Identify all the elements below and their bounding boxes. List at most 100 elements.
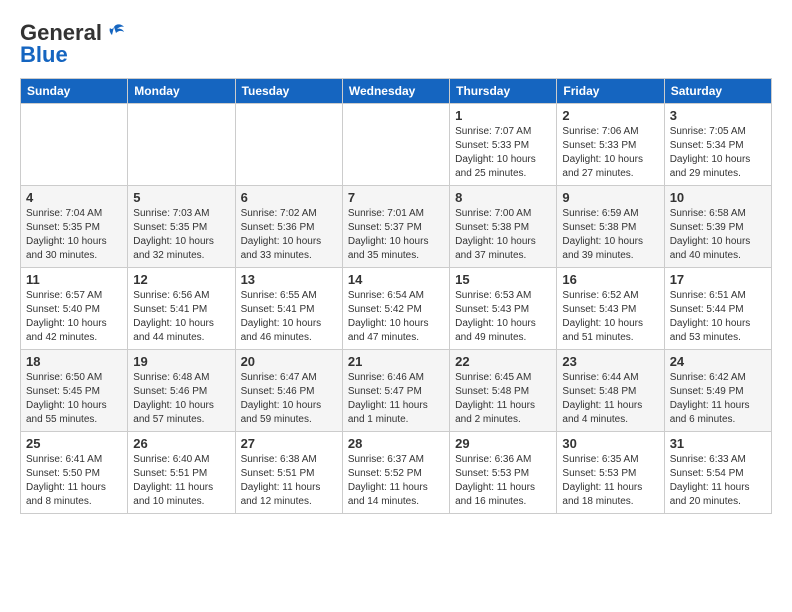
calendar-cell: 8 Sunrise: 7:00 AM Sunset: 5:38 PM Daylig… [450, 186, 557, 268]
day-number: 24 [670, 354, 766, 369]
day-info: Sunrise: 6:54 AM Sunset: 5:42 PM Dayligh… [348, 289, 444, 345]
calendar-cell [128, 104, 235, 186]
day-number: 16 [562, 272, 658, 287]
calendar-cell: 23 Sunrise: 6:44 AM Sunset: 5:48 PM Dayli… [557, 350, 664, 432]
day-number: 13 [241, 272, 337, 287]
day-number: 22 [455, 354, 551, 369]
calendar-cell: 18 Sunrise: 6:50 AM Sunset: 5:45 PM Dayli… [21, 350, 128, 432]
calendar-cell: 1Sunrise: 7:07 AM Sunset: 5:33 PM Daylig… [450, 104, 557, 186]
calendar-cell [342, 104, 449, 186]
calendar-cell: 20 Sunrise: 6:47 AM Sunset: 5:46 PM Dayli… [235, 350, 342, 432]
day-info: Sunrise: 6:52 AM Sunset: 5:43 PM Dayligh… [562, 289, 658, 345]
logo: General Blue [20, 20, 126, 68]
logo-blue-text: Blue [20, 42, 68, 68]
day-info: Sunrise: 7:04 AM Sunset: 5:35 PM Dayligh… [26, 207, 122, 263]
day-info: Sunrise: 6:53 AM Sunset: 5:43 PM Dayligh… [455, 289, 551, 345]
calendar-cell: 21Sunrise: 6:46 AM Sunset: 5:47 PM Dayli… [342, 350, 449, 432]
day-info: Sunrise: 6:41 AM Sunset: 5:50 PM Dayligh… [26, 453, 122, 509]
calendar-week-2: 4 Sunrise: 7:04 AM Sunset: 5:35 PM Daylig… [21, 186, 772, 268]
day-number: 10 [670, 190, 766, 205]
day-number: 18 [26, 354, 122, 369]
day-info: Sunrise: 6:57 AM Sunset: 5:40 PM Dayligh… [26, 289, 122, 345]
day-info: Sunrise: 6:45 AM Sunset: 5:48 PM Dayligh… [455, 371, 551, 427]
day-number: 27 [241, 436, 337, 451]
calendar-cell: 14 Sunrise: 6:54 AM Sunset: 5:42 PM Dayli… [342, 268, 449, 350]
calendar-week-5: 25 Sunrise: 6:41 AM Sunset: 5:50 PM Dayli… [21, 432, 772, 514]
day-number: 5 [133, 190, 229, 205]
day-number: 20 [241, 354, 337, 369]
page-header: General Blue [20, 20, 772, 68]
day-number: 23 [562, 354, 658, 369]
day-info: Sunrise: 6:46 AM Sunset: 5:47 PM Dayligh… [348, 371, 444, 427]
day-info: Sunrise: 6:36 AM Sunset: 5:53 PM Dayligh… [455, 453, 551, 509]
day-info: Sunrise: 7:02 AM Sunset: 5:36 PM Dayligh… [241, 207, 337, 263]
calendar-cell: 13 Sunrise: 6:55 AM Sunset: 5:41 PM Dayli… [235, 268, 342, 350]
day-number: 31 [670, 436, 766, 451]
calendar-cell: 4 Sunrise: 7:04 AM Sunset: 5:35 PM Daylig… [21, 186, 128, 268]
logo-bird-icon [104, 23, 126, 43]
calendar-table: SundayMondayTuesdayWednesdayThursdayFrid… [20, 78, 772, 514]
calendar-week-4: 18 Sunrise: 6:50 AM Sunset: 5:45 PM Dayli… [21, 350, 772, 432]
day-number: 6 [241, 190, 337, 205]
day-header-friday: Friday [557, 79, 664, 104]
day-info: Sunrise: 6:44 AM Sunset: 5:48 PM Dayligh… [562, 371, 658, 427]
day-info: Sunrise: 6:55 AM Sunset: 5:41 PM Dayligh… [241, 289, 337, 345]
day-info: Sunrise: 6:38 AM Sunset: 5:51 PM Dayligh… [241, 453, 337, 509]
day-number: 4 [26, 190, 122, 205]
calendar-cell: 11 Sunrise: 6:57 AM Sunset: 5:40 PM Dayli… [21, 268, 128, 350]
calendar-cell: 9 Sunrise: 6:59 AM Sunset: 5:38 PM Daylig… [557, 186, 664, 268]
day-number: 30 [562, 436, 658, 451]
day-header-thursday: Thursday [450, 79, 557, 104]
day-info: Sunrise: 7:07 AM Sunset: 5:33 PM Dayligh… [455, 125, 551, 181]
day-number: 2 [562, 108, 658, 123]
day-info: Sunrise: 6:50 AM Sunset: 5:45 PM Dayligh… [26, 371, 122, 427]
calendar-cell: 10Sunrise: 6:58 AM Sunset: 5:39 PM Dayli… [664, 186, 771, 268]
calendar-cell: 22 Sunrise: 6:45 AM Sunset: 5:48 PM Dayli… [450, 350, 557, 432]
day-header-sunday: Sunday [21, 79, 128, 104]
day-number: 29 [455, 436, 551, 451]
day-number: 17 [670, 272, 766, 287]
day-number: 11 [26, 272, 122, 287]
calendar-header-row: SundayMondayTuesdayWednesdayThursdayFrid… [21, 79, 772, 104]
day-info: Sunrise: 6:56 AM Sunset: 5:41 PM Dayligh… [133, 289, 229, 345]
day-number: 12 [133, 272, 229, 287]
day-number: 8 [455, 190, 551, 205]
calendar-cell: 2Sunrise: 7:06 AM Sunset: 5:33 PM Daylig… [557, 104, 664, 186]
day-info: Sunrise: 7:00 AM Sunset: 5:38 PM Dayligh… [455, 207, 551, 263]
day-number: 3 [670, 108, 766, 123]
calendar-cell: 27 Sunrise: 6:38 AM Sunset: 5:51 PM Dayli… [235, 432, 342, 514]
calendar-cell: 30 Sunrise: 6:35 AM Sunset: 5:53 PM Dayli… [557, 432, 664, 514]
calendar-cell: 29 Sunrise: 6:36 AM Sunset: 5:53 PM Dayli… [450, 432, 557, 514]
day-number: 9 [562, 190, 658, 205]
day-info: Sunrise: 6:59 AM Sunset: 5:38 PM Dayligh… [562, 207, 658, 263]
calendar-cell [21, 104, 128, 186]
calendar-cell: 5 Sunrise: 7:03 AM Sunset: 5:35 PM Daylig… [128, 186, 235, 268]
calendar-cell: 19 Sunrise: 6:48 AM Sunset: 5:46 PM Dayli… [128, 350, 235, 432]
calendar-cell: 24 Sunrise: 6:42 AM Sunset: 5:49 PM Dayli… [664, 350, 771, 432]
day-number: 25 [26, 436, 122, 451]
day-info: Sunrise: 6:47 AM Sunset: 5:46 PM Dayligh… [241, 371, 337, 427]
calendar-cell: 25 Sunrise: 6:41 AM Sunset: 5:50 PM Dayli… [21, 432, 128, 514]
calendar-cell: 6 Sunrise: 7:02 AM Sunset: 5:36 PM Daylig… [235, 186, 342, 268]
day-header-tuesday: Tuesday [235, 79, 342, 104]
calendar-cell: 15Sunrise: 6:53 AM Sunset: 5:43 PM Dayli… [450, 268, 557, 350]
calendar-cell: 16 Sunrise: 6:52 AM Sunset: 5:43 PM Dayli… [557, 268, 664, 350]
day-number: 19 [133, 354, 229, 369]
day-info: Sunrise: 6:35 AM Sunset: 5:53 PM Dayligh… [562, 453, 658, 509]
day-number: 28 [348, 436, 444, 451]
day-info: Sunrise: 6:37 AM Sunset: 5:52 PM Dayligh… [348, 453, 444, 509]
day-info: Sunrise: 6:42 AM Sunset: 5:49 PM Dayligh… [670, 371, 766, 427]
day-info: Sunrise: 6:40 AM Sunset: 5:51 PM Dayligh… [133, 453, 229, 509]
day-info: Sunrise: 6:48 AM Sunset: 5:46 PM Dayligh… [133, 371, 229, 427]
day-info: Sunrise: 7:03 AM Sunset: 5:35 PM Dayligh… [133, 207, 229, 263]
day-info: Sunrise: 7:05 AM Sunset: 5:34 PM Dayligh… [670, 125, 766, 181]
calendar-week-1: 1Sunrise: 7:07 AM Sunset: 5:33 PM Daylig… [21, 104, 772, 186]
calendar-cell: 28 Sunrise: 6:37 AM Sunset: 5:52 PM Dayli… [342, 432, 449, 514]
calendar-cell: 26 Sunrise: 6:40 AM Sunset: 5:51 PM Dayli… [128, 432, 235, 514]
day-info: Sunrise: 6:51 AM Sunset: 5:44 PM Dayligh… [670, 289, 766, 345]
day-number: 14 [348, 272, 444, 287]
calendar-cell: 3 Sunrise: 7:05 AM Sunset: 5:34 PM Daylig… [664, 104, 771, 186]
day-number: 26 [133, 436, 229, 451]
day-info: Sunrise: 7:01 AM Sunset: 5:37 PM Dayligh… [348, 207, 444, 263]
calendar-cell: 17 Sunrise: 6:51 AM Sunset: 5:44 PM Dayli… [664, 268, 771, 350]
